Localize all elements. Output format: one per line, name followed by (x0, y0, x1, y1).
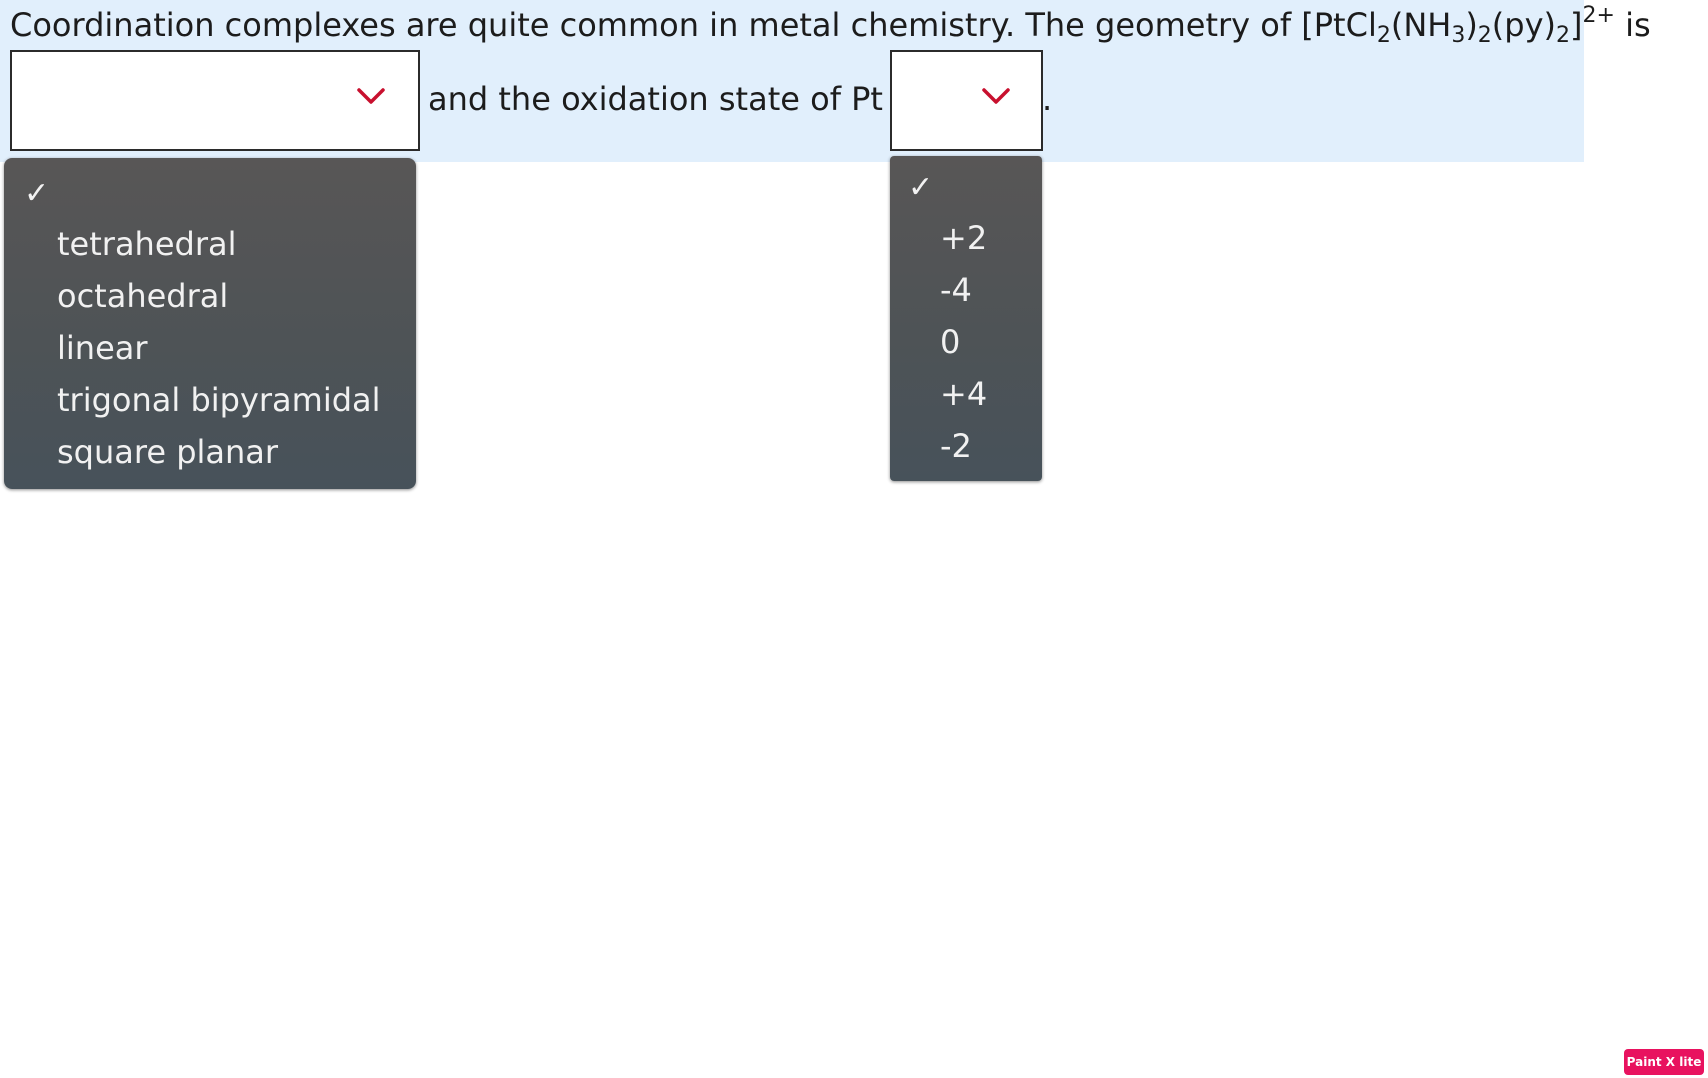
chevron-down-icon (982, 88, 1010, 104)
paint-x-lite-badge[interactable]: Paint X lite (1624, 1049, 1704, 1075)
oxidation-state-select[interactable] (890, 50, 1043, 151)
oxidation-option-zero[interactable]: 0 (940, 322, 960, 362)
subscript: 2 (1376, 23, 1391, 48)
question-text: Coordination complexes are quite common … (10, 2, 1651, 48)
subscript: 2 (1556, 23, 1571, 48)
geometry-option-tetrahedral[interactable]: tetrahedral (57, 224, 236, 264)
oxidation-option-minus2[interactable]: -2 (940, 426, 972, 466)
geometry-option-square-planar[interactable]: square planar (57, 432, 278, 472)
question-suffix: is (1614, 6, 1651, 44)
oxidation-option-minus4[interactable]: -4 (940, 270, 972, 310)
geometry-option-octahedral[interactable]: octahedral (57, 276, 228, 316)
oxidation-option-empty[interactable] (890, 164, 1042, 204)
geometry-option-empty[interactable] (4, 168, 416, 208)
geometry-dropdown-menu: ✓ tetrahedral octahedral linear trigonal… (4, 158, 416, 489)
subscript: 2 (1477, 23, 1492, 48)
oxidation-dropdown-menu: ✓ +2 -4 0 +4 -2 (890, 156, 1042, 481)
charge-superscript: 2+ (1582, 3, 1615, 28)
question-part: (py) (1491, 6, 1557, 44)
question-part: ] (1570, 6, 1583, 44)
question-part: (NH (1390, 6, 1452, 44)
question-middle-text: and the oxidation state of Pt is (428, 80, 919, 118)
geometry-option-trigonal-bipyramidal[interactable]: trigonal bipyramidal (57, 380, 381, 420)
oxidation-option-plus2[interactable]: +2 (940, 218, 987, 258)
subscript: 3 (1451, 23, 1466, 48)
question-end-period: . (1042, 80, 1053, 118)
question-prefix: Coordination complexes are quite common … (10, 6, 1377, 44)
geometry-option-linear[interactable]: linear (57, 328, 148, 368)
chevron-down-icon (357, 88, 385, 104)
oxidation-option-plus4[interactable]: +4 (940, 374, 987, 414)
question-panel: Coordination complexes are quite common … (0, 0, 1651, 162)
question-part: ) (1465, 6, 1478, 44)
geometry-select[interactable] (10, 50, 420, 151)
